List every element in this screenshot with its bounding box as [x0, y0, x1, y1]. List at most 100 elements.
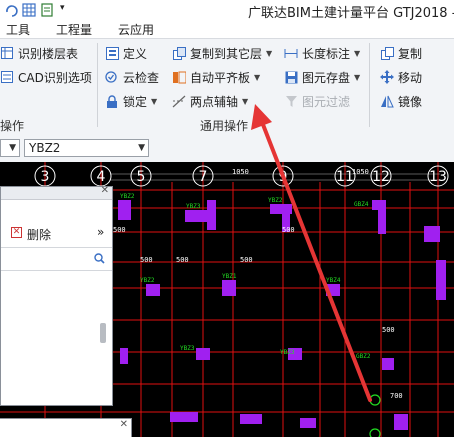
move-button[interactable]: 移动: [380, 67, 422, 87]
column-label: YBZ2: [268, 197, 283, 204]
identify-floor-table-button[interactable]: 识别楼层表: [0, 43, 78, 63]
component-type-value: YBZ2: [29, 141, 61, 155]
close-icon[interactable]: ✕: [120, 419, 128, 430]
mirror-button[interactable]: 镜像: [380, 91, 422, 111]
app-title: 广联达BIM土建计量平台 GTJ2018 - [F: [248, 6, 454, 21]
search-icon[interactable]: [94, 253, 105, 264]
two-point-axis-dropdown-icon[interactable]: ▼: [242, 97, 248, 106]
column-label: YBZ3: [180, 345, 195, 352]
table-icon: [0, 46, 14, 60]
search-box[interactable]: [1, 247, 112, 271]
copy-floors-icon: [172, 46, 186, 60]
snap-point-icon: [369, 428, 381, 437]
scrollbar-thumb[interactable]: [100, 323, 106, 343]
menu-quantity[interactable]: 工程量: [56, 21, 92, 38]
axis-label: 12: [372, 169, 390, 185]
auto-align-slab-button[interactable]: 自动平齐板 ▼: [172, 67, 260, 87]
axis-label: 7: [199, 169, 208, 185]
dimension-text: 500: [282, 226, 295, 234]
dimension-text: 700: [390, 392, 403, 400]
auto-slab-dropdown-icon[interactable]: ▼: [254, 73, 260, 82]
column-label: GBZ2: [356, 353, 371, 360]
panel-header: ✕: [1, 185, 112, 200]
length-dim-icon: [284, 46, 298, 60]
cad-identify-options-button[interactable]: CAD识别选项: [0, 67, 92, 87]
auto-slab-icon: [172, 70, 186, 84]
column-label: YBZ4: [326, 277, 341, 284]
length-dimension-button[interactable]: 长度标注 ▼: [284, 43, 360, 63]
secondary-panel: ✕: [0, 418, 132, 437]
element-filter-button[interactable]: 图元过滤: [284, 91, 350, 111]
menu-bar: 工具 工程量 云应用: [0, 20, 454, 38]
define-label: 定义: [123, 46, 148, 61]
mirror-label: 镜像: [398, 94, 423, 109]
cloud-check-icon: [105, 70, 119, 84]
cad-options-icon: [0, 70, 14, 84]
length-dim-dropdown-icon[interactable]: ▼: [354, 49, 360, 58]
component-type-select[interactable]: YBZ2 ▼: [24, 139, 149, 157]
two-point-axis-icon: [172, 94, 186, 108]
copy-floors-dropdown-icon[interactable]: ▼: [266, 49, 272, 58]
identify-floor-table-label: 识别楼层表: [18, 46, 79, 61]
chevron-down-icon: ▼: [138, 143, 145, 153]
cad-identify-options-label: CAD识别选项: [18, 70, 92, 85]
copy-button[interactable]: 复制: [380, 43, 422, 63]
document-icon[interactable]: [40, 3, 54, 17]
axis-label: 11: [336, 169, 354, 185]
grid-icon[interactable]: [22, 3, 36, 17]
snap-point-icon: [369, 394, 381, 406]
properties-panel: ✕ ✕ 删除 »: [0, 185, 113, 406]
selector-bar: ▼ YBZ2 ▼: [0, 134, 454, 163]
dimension-text: 500: [113, 226, 126, 234]
copy-icon: [380, 46, 394, 60]
lock-dropdown-icon[interactable]: ▼: [151, 97, 157, 106]
menu-cloud[interactable]: 云应用: [118, 21, 154, 38]
quick-access-dropdown-icon[interactable]: ▾: [60, 3, 65, 13]
dimension-text: 500: [240, 256, 253, 264]
element-filter-label: 图元过滤: [302, 94, 351, 109]
delete-button[interactable]: 删除: [27, 226, 51, 243]
copy-to-other-floors-button[interactable]: 复制到其它层 ▼: [172, 43, 272, 63]
axis-label: 13: [429, 169, 447, 185]
category-select[interactable]: ▼: [0, 139, 20, 157]
two-point-axis-button[interactable]: 两点辅轴 ▼: [172, 91, 248, 111]
more-icon[interactable]: »: [97, 225, 104, 239]
column-label: YBZ1: [222, 273, 237, 280]
dimension-text: 500: [176, 256, 189, 264]
length-dimension-label: 长度标注: [302, 46, 351, 61]
copy-to-other-floors-label: 复制到其它层: [190, 46, 263, 61]
move-icon: [380, 70, 394, 84]
column-label: YBZ2: [140, 277, 155, 284]
menu-tools[interactable]: 工具: [6, 21, 30, 38]
column-label: YBZ3: [280, 349, 295, 356]
lock-button[interactable]: 锁定 ▼: [105, 91, 157, 111]
element-save-label: 图元存盘: [302, 70, 351, 85]
axis-label: 9: [279, 169, 288, 185]
redo-icon[interactable]: [4, 3, 18, 17]
chevron-down-icon: ▼: [9, 143, 16, 153]
column-label: YBZ2: [120, 193, 135, 200]
column-label: GBZ4: [354, 201, 369, 208]
group-divider: [369, 43, 370, 127]
element-save-dropdown-icon[interactable]: ▼: [354, 73, 360, 82]
axis-label: 5: [137, 169, 146, 185]
two-point-axis-label: 两点辅轴: [190, 94, 239, 109]
ribbon: 识别楼层表 CAD识别选项 操作 定义 云检查 锁定 ▼ 复制到其它层 ▼ 自动…: [0, 38, 454, 136]
copy-label: 复制: [398, 46, 423, 61]
filter-icon: [284, 94, 298, 108]
column-label: YBZ3: [186, 203, 201, 210]
dimension-text: 500: [382, 326, 395, 334]
move-label: 移动: [398, 70, 423, 85]
lock-icon: [105, 94, 119, 108]
define-button[interactable]: 定义: [105, 43, 147, 63]
title-bar: ▾ 广联达BIM土建计量平台 GTJ2018 - [F: [0, 0, 454, 21]
panel-toolbar: ✕ 删除 »: [1, 223, 112, 243]
axis-label: 4: [97, 169, 106, 185]
mirror-icon: [380, 94, 394, 108]
lock-label: 锁定: [123, 94, 148, 109]
close-icon[interactable]: ✕: [101, 185, 109, 196]
cloud-check-button[interactable]: 云检查: [105, 67, 159, 87]
element-save-button[interactable]: 图元存盘 ▼: [284, 67, 360, 87]
common-ops-group-label: 通用操作: [200, 119, 249, 133]
element-save-icon: [284, 70, 298, 84]
